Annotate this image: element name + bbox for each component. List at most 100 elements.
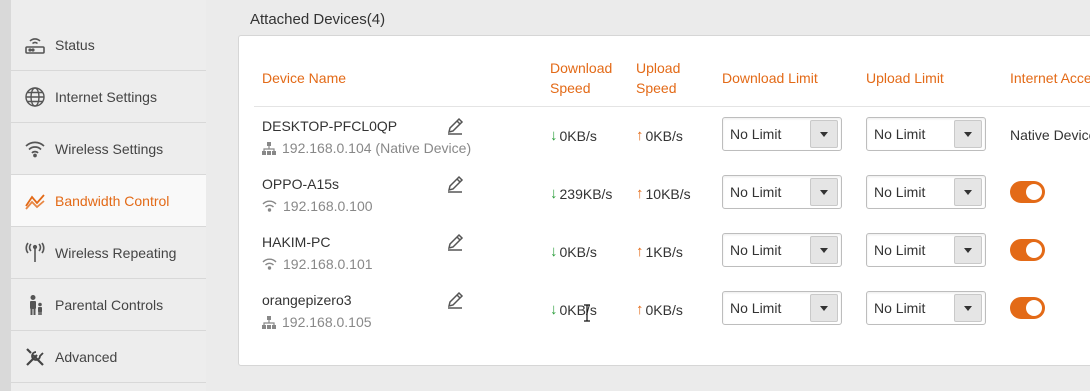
table-row: OPPO-A15s 192.168.0.100 ↓ 239KB/s ↑ 10KB/s… (239, 174, 1090, 234)
sidebar-item-label: Internet Settings (55, 88, 157, 105)
device-name: DESKTOP-PFCL0QP (262, 118, 398, 134)
download-limit-select[interactable]: No Limit (722, 291, 842, 325)
sidebar-item-internet-settings[interactable]: Internet Settings (11, 71, 206, 123)
globe-icon (11, 86, 55, 108)
sidebar-item-parental-controls[interactable]: Parental Controls (11, 279, 206, 331)
download-speed-value: 0KB/s (559, 301, 597, 318)
pencil-icon[interactable] (445, 232, 465, 252)
upload-speed: ↑ 10KB/s (636, 185, 691, 202)
device-name: orangepizero3 (262, 292, 352, 308)
pencil-icon[interactable] (445, 116, 465, 136)
header-line-2: Speed (636, 80, 677, 96)
select-value: No Limit (874, 300, 926, 316)
upload-speed: ↑ 1KB/s (636, 243, 683, 260)
download-limit-select[interactable]: No Limit (722, 175, 842, 209)
chevron-down-icon[interactable] (954, 120, 982, 148)
download-speed: ↓ 0KB/s (550, 127, 597, 144)
header-line-1: Upload (636, 60, 681, 76)
upload-speed-value: 0KB/s (645, 127, 683, 144)
select-value: No Limit (730, 242, 782, 258)
sidebar-item-advanced[interactable]: Advanced (11, 331, 206, 383)
sidebar-item-label: Bandwidth Control (55, 192, 170, 209)
nav-menu: Status Internet Settings Wireless Settin… (11, 0, 206, 391)
chevron-down-icon[interactable] (954, 178, 982, 206)
wifi-icon (262, 200, 277, 212)
internet-access-toggle[interactable] (1010, 297, 1045, 319)
internet-access-toggle[interactable] (1010, 181, 1045, 203)
arrow-down-icon: ↓ (550, 243, 558, 260)
internet-access-text: Native Device (1010, 127, 1090, 143)
attached-devices-panel: Device Name Download Speed Upload Speed … (238, 35, 1090, 366)
arrow-up-icon: ↑ (636, 185, 644, 202)
chevron-down-icon[interactable] (954, 294, 982, 322)
download-limit-select[interactable]: No Limit (722, 233, 842, 267)
column-header-internet-access: Internet Access (1010, 70, 1090, 86)
pencil-icon[interactable] (445, 290, 465, 310)
sidebar-item-label: Wireless Settings (55, 140, 164, 157)
select-value: No Limit (874, 126, 926, 142)
device-ip: 192.168.0.101 (262, 256, 373, 272)
column-header-device-name: Device Name (262, 70, 347, 86)
chevron-down-icon[interactable] (810, 178, 838, 206)
arrow-down-icon: ↓ (550, 301, 558, 318)
device-name: OPPO-A15s (262, 176, 340, 192)
select-value: No Limit (730, 184, 782, 200)
download-speed-value: 0KB/s (559, 243, 597, 260)
device-ip-text: 192.168.0.105 (282, 314, 372, 330)
download-limit-select[interactable]: No Limit (722, 117, 842, 151)
table-row: HAKIM-PC 192.168.0.101 ↓ 0KB/s ↑ 1KB/s No … (239, 232, 1090, 292)
upload-speed-value: 10KB/s (645, 185, 691, 202)
table-row: DESKTOP-PFCL0QP 192.168.0.104 (Native De… (239, 116, 1090, 176)
arrow-down-icon: ↓ (550, 185, 558, 202)
header-line-1: Download (550, 60, 613, 76)
tools-icon (11, 346, 55, 368)
internet-access-toggle[interactable] (1010, 239, 1045, 261)
header-divider (254, 106, 1090, 107)
device-ip-text: 192.168.0.104 (Native Device) (282, 140, 472, 156)
column-header-download-speed: Download Speed (550, 58, 612, 98)
select-value: No Limit (730, 126, 782, 142)
upload-limit-select[interactable]: No Limit (866, 233, 986, 267)
column-header-upload-limit: Upload Limit (866, 70, 944, 86)
repeater-icon (11, 242, 55, 264)
wifi-icon (11, 140, 55, 158)
table-row: orangepizero3 192.168.0.105 ↓ 0KB/s ↑ 0KB/… (239, 290, 1090, 350)
header-line-2: Speed (550, 80, 591, 96)
wired-icon (262, 141, 276, 155)
sidebar-item-label: Status (55, 36, 95, 53)
toggle-knob (1026, 184, 1042, 200)
device-ip-text: 192.168.0.101 (283, 256, 373, 272)
device-ip: 192.168.0.104 (Native Device) (262, 140, 471, 156)
device-ip: 192.168.0.105 (262, 314, 372, 330)
sidebar-item-bandwidth-control[interactable]: Bandwidth Control (11, 175, 206, 227)
toggle-knob (1026, 242, 1042, 258)
sidebar-item-wireless-settings[interactable]: Wireless Settings (11, 123, 206, 175)
arrow-up-icon: ↑ (636, 127, 644, 144)
arrow-up-icon: ↑ (636, 243, 644, 260)
chevron-down-icon[interactable] (810, 120, 838, 148)
upload-speed-value: 1KB/s (645, 243, 683, 260)
chevron-down-icon[interactable] (954, 236, 982, 264)
device-ip: 192.168.0.100 (262, 198, 373, 214)
parental-icon (11, 294, 55, 316)
arrow-up-icon: ↑ (636, 301, 644, 318)
sidebar-item-status[interactable]: Status (11, 19, 206, 71)
chevron-down-icon[interactable] (810, 236, 838, 264)
download-speed: ↓ 239KB/s (550, 185, 612, 202)
toggle-knob (1026, 300, 1042, 316)
upload-limit-select[interactable]: No Limit (866, 175, 986, 209)
pencil-icon[interactable] (445, 174, 465, 194)
column-header-download-limit: Download Limit (722, 70, 818, 86)
sidebar-item-wireless-repeating[interactable]: Wireless Repeating (11, 227, 206, 279)
upload-limit-select[interactable]: No Limit (866, 117, 986, 151)
select-value: No Limit (874, 184, 926, 200)
sidebar-item-label: Advanced (55, 348, 118, 365)
upload-limit-select[interactable]: No Limit (866, 291, 986, 325)
chevron-down-icon[interactable] (810, 294, 838, 322)
upload-speed: ↑ 0KB/s (636, 127, 683, 144)
sidebar: Status Internet Settings Wireless Settin… (0, 0, 206, 391)
main-content: Attached Devices(4) Device Name Download… (206, 0, 1090, 391)
upload-speed-value: 0KB/s (645, 301, 683, 318)
download-speed-value: 0KB/s (559, 127, 597, 144)
device-ip-text: 192.168.0.100 (283, 198, 373, 214)
